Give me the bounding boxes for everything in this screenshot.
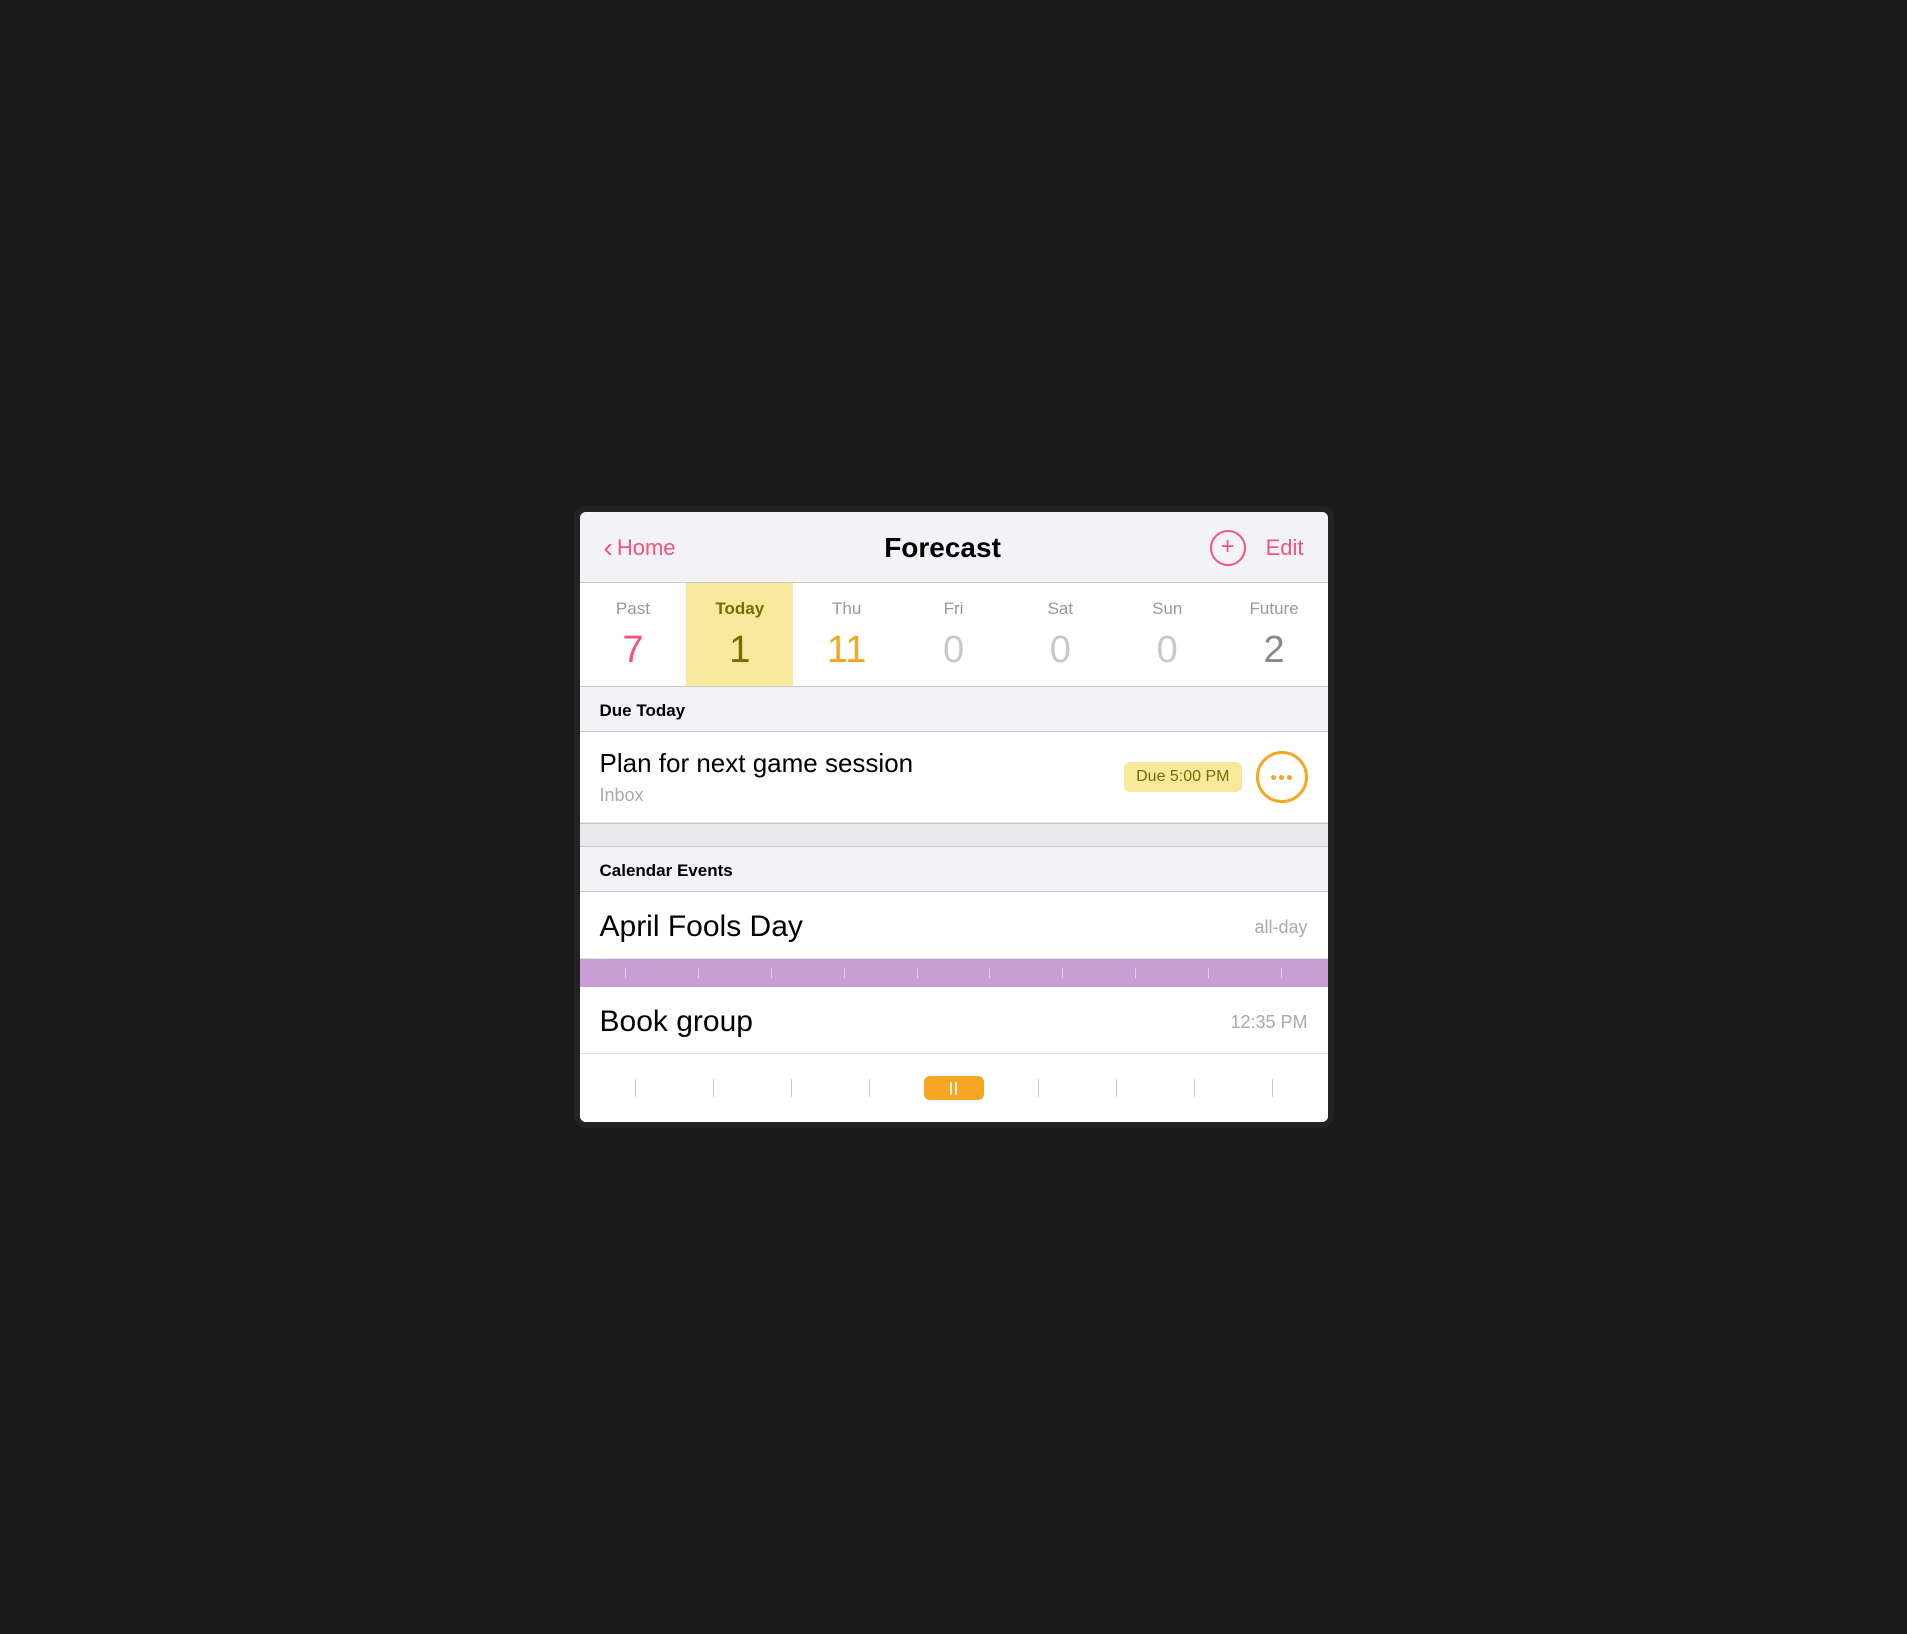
add-button[interactable]: +	[1210, 530, 1246, 566]
event-april-fools-time: all-day	[1254, 917, 1307, 938]
day-sat-label: Sat	[1048, 599, 1074, 619]
dot-2	[1279, 775, 1284, 780]
back-label: Home	[617, 535, 676, 561]
day-thu-label: Thu	[832, 599, 861, 619]
day-today[interactable]: Today 1	[686, 583, 793, 686]
event-april-fools[interactable]: April Fools Day all-day	[580, 892, 1328, 959]
scroll-tick-2	[713, 1079, 714, 1097]
scroll-tick-1	[635, 1079, 636, 1097]
section-divider	[580, 823, 1328, 847]
plus-icon: +	[1221, 535, 1235, 559]
thumb-bar-2	[955, 1082, 957, 1095]
calendar-events-label: Calendar Events	[600, 861, 733, 880]
dot-1	[1271, 775, 1276, 780]
nav-bar: ‹ Home Forecast + Edit	[580, 512, 1328, 583]
day-today-count: 1	[729, 629, 750, 672]
day-sat[interactable]: Sat 0	[1007, 583, 1114, 686]
day-sun[interactable]: Sun 0	[1114, 583, 1221, 686]
day-past-label: Past	[616, 599, 650, 619]
tick-10	[1281, 968, 1282, 978]
task-item[interactable]: Plan for next game session Inbox Due 5:0…	[580, 732, 1328, 823]
scroll-tick-7	[1194, 1079, 1195, 1097]
event-book-group[interactable]: Book group 12:35 PM	[580, 987, 1328, 1054]
event-book-group-title: Book group	[600, 1005, 753, 1039]
thumb-bar-1	[950, 1082, 952, 1095]
day-fri[interactable]: Fri 0	[900, 583, 1007, 686]
task-inbox: Inbox	[600, 785, 914, 806]
day-sat-count: 0	[1050, 629, 1071, 672]
day-today-label: Today	[715, 599, 764, 619]
task-dots-icon	[1271, 775, 1292, 780]
day-sun-count: 0	[1157, 629, 1178, 672]
day-thu-count: 11	[827, 629, 866, 672]
day-fri-label: Fri	[944, 599, 964, 619]
edit-button[interactable]: Edit	[1266, 535, 1304, 561]
scroll-tick-5	[1038, 1079, 1039, 1097]
back-chevron-icon: ‹	[604, 534, 613, 562]
scroll-tick-8	[1272, 1079, 1273, 1097]
due-today-header: Due Today	[580, 687, 1328, 732]
tick-2	[698, 968, 699, 978]
back-button[interactable]: ‹ Home	[604, 534, 676, 562]
page-title: Forecast	[884, 532, 1001, 564]
day-past-count: 7	[622, 629, 643, 672]
tick-7	[1062, 968, 1063, 978]
app-container: ‹ Home Forecast + Edit Past 7 Today 1 Th…	[574, 506, 1334, 1128]
due-today-label: Due Today	[600, 701, 686, 720]
scroll-tick-3	[791, 1079, 792, 1097]
tick-8	[1135, 968, 1136, 978]
scroll-tick-6	[1116, 1079, 1117, 1097]
task-title: Plan for next game session	[600, 748, 914, 779]
tick-9	[1208, 968, 1209, 978]
calendar-events-header: Calendar Events	[580, 847, 1328, 892]
day-past[interactable]: Past 7	[580, 583, 687, 686]
timeline-bar	[580, 959, 1328, 987]
nav-actions: + Edit	[1210, 530, 1304, 566]
scroll-tick-4	[869, 1079, 870, 1097]
day-sun-label: Sun	[1152, 599, 1182, 619]
tick-4	[844, 968, 845, 978]
scroll-bar	[600, 1068, 1308, 1108]
task-actions: Due 5:00 PM	[1124, 751, 1307, 803]
tick-6	[989, 968, 990, 978]
scroll-area	[580, 1054, 1328, 1122]
timeline-ticks	[580, 968, 1328, 978]
dot-3	[1287, 775, 1292, 780]
event-book-group-time: 12:35 PM	[1230, 1012, 1307, 1033]
task-complete-button[interactable]	[1256, 751, 1308, 803]
scroll-thumb[interactable]	[924, 1076, 984, 1100]
day-future-label: Future	[1250, 599, 1299, 619]
task-details: Plan for next game session Inbox	[600, 748, 914, 806]
due-badge: Due 5:00 PM	[1124, 762, 1241, 792]
tick-1	[625, 968, 626, 978]
day-future-count: 2	[1264, 629, 1285, 672]
tick-3	[771, 968, 772, 978]
day-fri-count: 0	[943, 629, 964, 672]
day-thu[interactable]: Thu 11	[793, 583, 900, 686]
day-selector: Past 7 Today 1 Thu 11 Fri 0 Sat 0 Sun 0 …	[580, 583, 1328, 687]
event-april-fools-title: April Fools Day	[600, 910, 803, 944]
day-future[interactable]: Future 2	[1221, 583, 1328, 686]
tick-5	[917, 968, 918, 978]
